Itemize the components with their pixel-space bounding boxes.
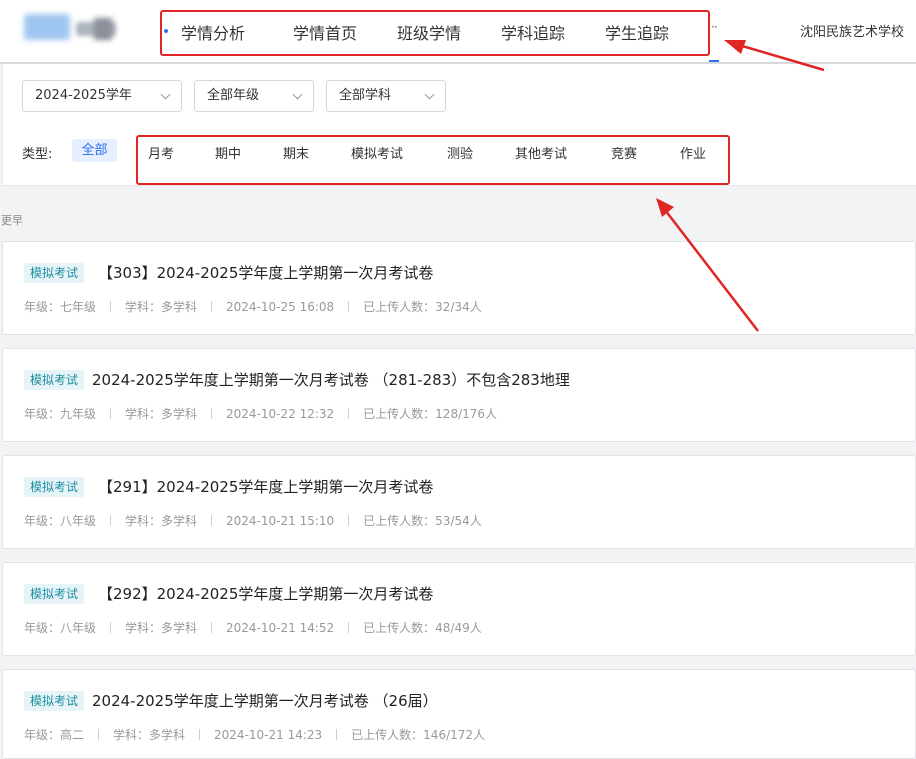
exam-title[interactable]: 2024-2025学年度上学期第一次月考试卷 （26届） xyxy=(92,691,438,711)
exam-subject: 学科：多学科 xyxy=(125,621,198,635)
nav-item-class[interactable]: 班级学情 xyxy=(397,20,461,44)
exam-meta: 年级：八年级 学科：多学科 2024-10-21 14:52 已上传人数：48/49人 xyxy=(24,619,482,636)
nav-item-student-tracking[interactable]: 学生追踪 xyxy=(605,20,669,44)
exam-card[interactable]: 模拟考试 2024-2025学年度上学期第一次月考试卷 （281-283）不包含… xyxy=(2,348,916,442)
nav-item-subject-tracking[interactable]: 学科追踪 xyxy=(501,20,565,44)
top-navbar: 学情分析 学情首页 班级学情 学科追踪 学生追踪 ·· 沈阳民族艺术学校 xyxy=(0,0,916,64)
nav-active-underline xyxy=(709,60,719,62)
exam-meta: 年级：八年级 学科：多学科 2024-10-21 15:10 已上传人数：53/54人 xyxy=(24,512,482,529)
type-option-all[interactable]: 全部 xyxy=(72,139,117,162)
type-option-mock[interactable]: 模拟考试 xyxy=(351,143,403,162)
type-filter-label: 类型: xyxy=(22,147,53,162)
exam-grade: 年级：八年级 xyxy=(24,621,97,635)
exam-grade: 年级：七年级 xyxy=(24,300,97,314)
exam-grade: 年级：八年级 xyxy=(24,514,97,528)
chevron-down-icon xyxy=(424,89,435,100)
exam-title[interactable]: 【303】2024-2025学年度上学期第一次月考试卷 xyxy=(98,263,433,283)
exam-uploaded: 已上传人数：146/172人 xyxy=(351,728,486,742)
exam-grade: 年级：高二 xyxy=(24,728,85,742)
exam-uploaded: 已上传人数：32/34人 xyxy=(363,300,482,314)
exam-meta: 年级：九年级 学科：多学科 2024-10-22 12:32 已上传人数：128/17… xyxy=(24,405,497,422)
exam-grade: 年级：九年级 xyxy=(24,407,97,421)
exam-subject: 学科：多学科 xyxy=(125,407,198,421)
type-option-contest[interactable]: 竞赛 xyxy=(611,143,637,162)
active-dot-icon xyxy=(164,29,168,33)
exam-type-tag: 模拟考试 xyxy=(24,263,85,283)
nav-item-analysis[interactable]: 学情分析 xyxy=(181,20,245,44)
exam-title[interactable]: 2024-2025学年度上学期第一次月考试卷 （281-283）不包含283地理 xyxy=(92,370,570,390)
exam-meta: 年级：七年级 学科：多学科 2024-10-25 16:08 已上传人数：32/34人 xyxy=(24,298,482,315)
section-label-earlier: 更早 xyxy=(1,214,23,227)
exam-uploaded: 已上传人数：48/49人 xyxy=(363,621,482,635)
exam-type-tag: 模拟考试 xyxy=(24,370,85,390)
exam-type-tag: 模拟考试 xyxy=(24,691,85,711)
exam-uploaded: 已上传人数：53/54人 xyxy=(363,514,482,528)
chevron-down-icon xyxy=(292,89,303,100)
exam-type-tag: 模拟考试 xyxy=(24,584,85,604)
type-option-other[interactable]: 其他考试 xyxy=(515,143,567,162)
year-select-value: 2024-2025学年 xyxy=(35,88,132,103)
exam-card[interactable]: 模拟考试 【291】2024-2025学年度上学期第一次月考试卷 年级：八年级 学… xyxy=(2,455,916,549)
exam-card[interactable]: 模拟考试 【303】2024-2025学年度上学期第一次月考试卷 年级：七年级 学… xyxy=(2,241,916,335)
exam-time: 2024-10-21 14:23 xyxy=(214,728,323,742)
exam-time: 2024-10-21 15:10 xyxy=(226,514,335,528)
exam-uploaded: 已上传人数：128/176人 xyxy=(363,407,498,421)
grade-select[interactable]: 全部年级 xyxy=(194,80,314,112)
exam-type-tag: 模拟考试 xyxy=(24,477,85,497)
exam-title[interactable]: 【291】2024-2025学年度上学期第一次月考试卷 xyxy=(98,477,433,497)
exam-subject: 学科：多学科 xyxy=(125,514,198,528)
type-option-monthly[interactable]: 月考 xyxy=(148,143,174,162)
exam-time: 2024-10-21 14:52 xyxy=(226,621,335,635)
nav-item-home[interactable]: 学情首页 xyxy=(293,20,357,44)
logo[interactable] xyxy=(24,12,124,42)
chevron-down-icon xyxy=(160,89,171,100)
school-name[interactable]: 沈阳民族艺术学校 xyxy=(800,21,904,40)
exam-subject: 学科：多学科 xyxy=(113,728,186,742)
type-option-quiz[interactable]: 测验 xyxy=(447,143,473,162)
nav-more-button[interactable]: ·· xyxy=(711,20,718,34)
exam-card[interactable]: 模拟考试 【292】2024-2025学年度上学期第一次月考试卷 年级：八年级 学… xyxy=(2,562,916,656)
year-select[interactable]: 2024-2025学年 xyxy=(22,80,182,112)
type-option-homework[interactable]: 作业 xyxy=(680,143,706,162)
subject-select[interactable]: 全部学科 xyxy=(326,80,446,112)
type-option-final[interactable]: 期末 xyxy=(283,143,309,162)
subject-select-value: 全部学科 xyxy=(339,88,392,103)
grade-select-value: 全部年级 xyxy=(207,88,260,103)
exam-meta: 年级：高二 学科：多学科 2024-10-21 14:23 已上传人数：146/172… xyxy=(24,726,485,743)
exam-card[interactable]: 模拟考试 2024-2025学年度上学期第一次月考试卷 （26届） 年级：高二 学… xyxy=(2,669,916,759)
type-option-midterm[interactable]: 期中 xyxy=(215,143,241,162)
exam-title[interactable]: 【292】2024-2025学年度上学期第一次月考试卷 xyxy=(98,584,433,604)
exam-subject: 学科：多学科 xyxy=(125,300,198,314)
exam-time: 2024-10-25 16:08 xyxy=(226,300,335,314)
exam-time: 2024-10-22 12:32 xyxy=(226,407,335,421)
